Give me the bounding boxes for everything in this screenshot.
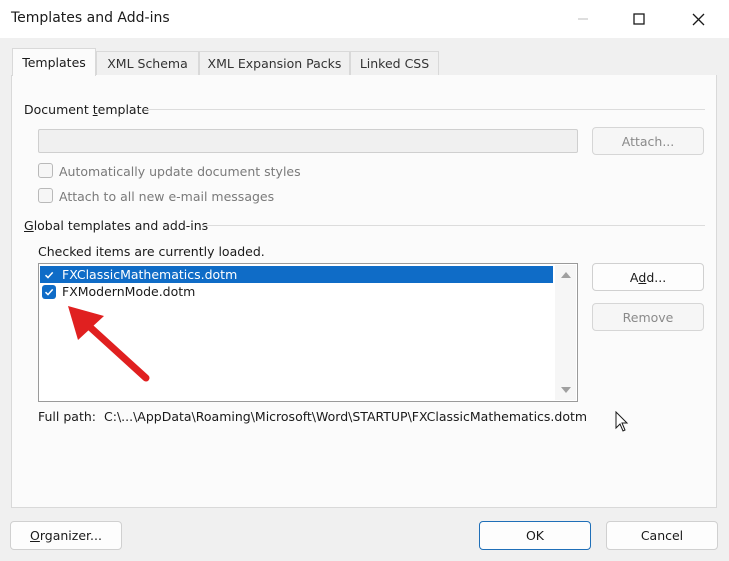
add-button[interactable]: Ad d...: [592, 263, 704, 291]
list-item-label: FXModernMode.dotm: [62, 284, 196, 299]
close-button[interactable]: [675, 0, 721, 38]
checkmark-icon: [44, 271, 54, 279]
annotation-arrow-icon: [68, 306, 150, 382]
document-template-label: Document template: [24, 102, 150, 117]
window-title: Templates and Add-ins: [11, 10, 170, 26]
vertical-scrollbar[interactable]: [555, 265, 576, 400]
maximize-button[interactable]: [616, 0, 662, 38]
organizer-button[interactable]: Organizer...: [10, 521, 122, 550]
list-item-label: FXClassicMathematics.dotm: [62, 267, 238, 282]
attach-button[interactable]: Attach...: [592, 127, 704, 155]
list-item[interactable]: FXModernMode.dotm: [40, 283, 553, 300]
maximize-icon: [633, 13, 645, 25]
global-templates-label: Global templates and add-ins: [24, 218, 209, 233]
full-path-value: C:\...\AppData\Roaming\Microsoft\Word\ST…: [104, 409, 588, 424]
auto-update-label: Automatically update document styles: [59, 164, 301, 179]
close-icon: [692, 13, 704, 25]
tab-xml-expansion-packs[interactable]: XML Expansion Packs: [199, 51, 350, 75]
auto-update-checkbox[interactable]: [38, 163, 53, 178]
loaded-hint: Checked items are currently loaded.: [38, 244, 265, 259]
tab-linked-css[interactable]: Linked CSS: [350, 51, 439, 75]
tab-templates[interactable]: Templates: [12, 48, 96, 76]
minimize-icon: [578, 18, 588, 20]
tab-xml-schema[interactable]: XML Schema: [96, 51, 199, 75]
group-divider: [144, 109, 705, 110]
cancel-button[interactable]: Cancel: [606, 521, 718, 550]
list-item[interactable]: FXClassicMathematics.dotm: [40, 266, 553, 283]
group-divider: [202, 225, 705, 226]
checkbox-checked[interactable]: [42, 267, 56, 282]
scroll-down-icon[interactable]: [561, 386, 571, 394]
attach-all-checkbox[interactable]: [38, 188, 53, 203]
template-path-field[interactable]: [38, 129, 578, 153]
full-path-label: Full path:: [38, 409, 96, 424]
checkmark-icon: [44, 288, 54, 296]
remove-button[interactable]: Remove: [592, 303, 704, 331]
scroll-up-icon[interactable]: [561, 271, 571, 279]
mouse-cursor-icon: [615, 411, 629, 432]
checkbox-checked[interactable]: [42, 284, 56, 299]
ok-button[interactable]: OK: [479, 521, 591, 550]
attach-all-label: Attach to all new e-mail messages: [59, 189, 275, 204]
minimize-button[interactable]: [560, 0, 606, 38]
